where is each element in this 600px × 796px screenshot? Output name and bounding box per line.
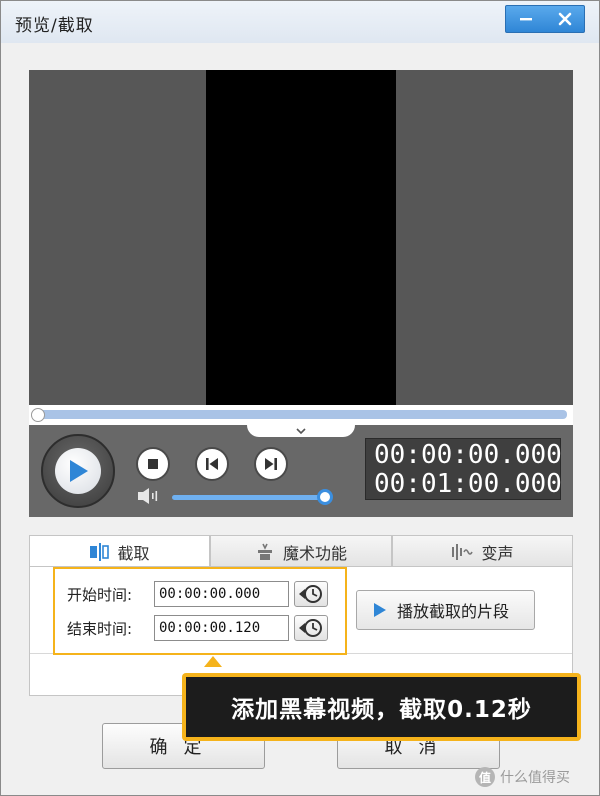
- end-time-input[interactable]: [154, 615, 289, 641]
- volume-icon[interactable]: [137, 487, 161, 505]
- tab-clip[interactable]: 截取: [29, 535, 210, 567]
- player-controls: 00:00:00.000 00:01:00.000: [29, 425, 573, 517]
- annotation-callout: 添加黑幕视频，截取0.12秒: [182, 673, 581, 741]
- watermark: 值 什么值得买: [475, 767, 570, 787]
- minimize-icon: [519, 18, 532, 21]
- start-time-input[interactable]: [154, 581, 289, 607]
- playback-progress-area: [29, 405, 573, 425]
- time-display: 00:00:00.000 00:01:00.000: [365, 438, 562, 500]
- tab-voice-change[interactable]: 变声: [392, 535, 573, 567]
- volume-slider-handle[interactable]: [317, 489, 333, 505]
- callout-pointer: [204, 656, 222, 667]
- play-segment-button[interactable]: 播放截取的片段: [356, 590, 535, 630]
- play-icon: [374, 603, 386, 617]
- clip-icon: [90, 542, 110, 561]
- clock-rewind-icon: [299, 585, 322, 603]
- window-title: 预览/截取: [15, 16, 94, 36]
- window-controls: [505, 5, 585, 33]
- step-back-icon: [206, 458, 218, 470]
- tab-clip-label: 截取: [117, 543, 150, 563]
- set-start-time-button[interactable]: [294, 581, 328, 607]
- start-time-label: 开始时间:: [67, 586, 133, 604]
- tab-magic-label: 魔术功能: [282, 543, 347, 563]
- step-forward-icon: [265, 458, 277, 470]
- next-frame-button[interactable]: [254, 447, 288, 481]
- close-button[interactable]: [545, 6, 584, 32]
- play-icon: [70, 460, 88, 482]
- annotation-text: 添加黑幕视频，截取0.12秒: [186, 677, 577, 737]
- minimize-button[interactable]: [506, 6, 545, 32]
- voice-wave-icon: [452, 543, 474, 560]
- clock-rewind-icon: [299, 619, 322, 637]
- volume-slider[interactable]: [172, 495, 324, 500]
- collapse-toggle[interactable]: [247, 425, 355, 437]
- chevron-down-icon: [296, 428, 306, 435]
- watermark-text: 什么值得买: [500, 770, 570, 786]
- playback-progress-handle[interactable]: [31, 408, 45, 422]
- function-tabs: 截取 魔术功能 变声: [29, 535, 573, 567]
- video-black-frame: [206, 70, 396, 405]
- magic-icon: [257, 543, 272, 560]
- current-time: 00:00:00.000: [374, 440, 562, 470]
- title-bar: 预览/截取: [1, 1, 599, 43]
- close-icon: [558, 12, 571, 26]
- play-button[interactable]: [41, 434, 115, 508]
- previous-frame-button[interactable]: [195, 447, 229, 481]
- video-preview: [29, 70, 573, 405]
- tab-voice-change-label: 变声: [481, 543, 514, 563]
- set-end-time-button[interactable]: [294, 615, 328, 641]
- preview-clip-window: 预览/截取 00:00:00.000 00:01:00.000 截取 魔术功能 …: [0, 0, 600, 796]
- playback-progress-bar[interactable]: [37, 410, 567, 419]
- end-time-label: 结束时间:: [67, 620, 133, 638]
- watermark-logo: 值: [475, 767, 495, 787]
- stop-button[interactable]: [136, 447, 170, 481]
- stop-icon: [148, 459, 158, 469]
- total-time: 00:01:00.000: [374, 469, 562, 499]
- tab-magic[interactable]: 魔术功能: [210, 535, 392, 567]
- play-segment-label: 播放截取的片段: [397, 602, 510, 621]
